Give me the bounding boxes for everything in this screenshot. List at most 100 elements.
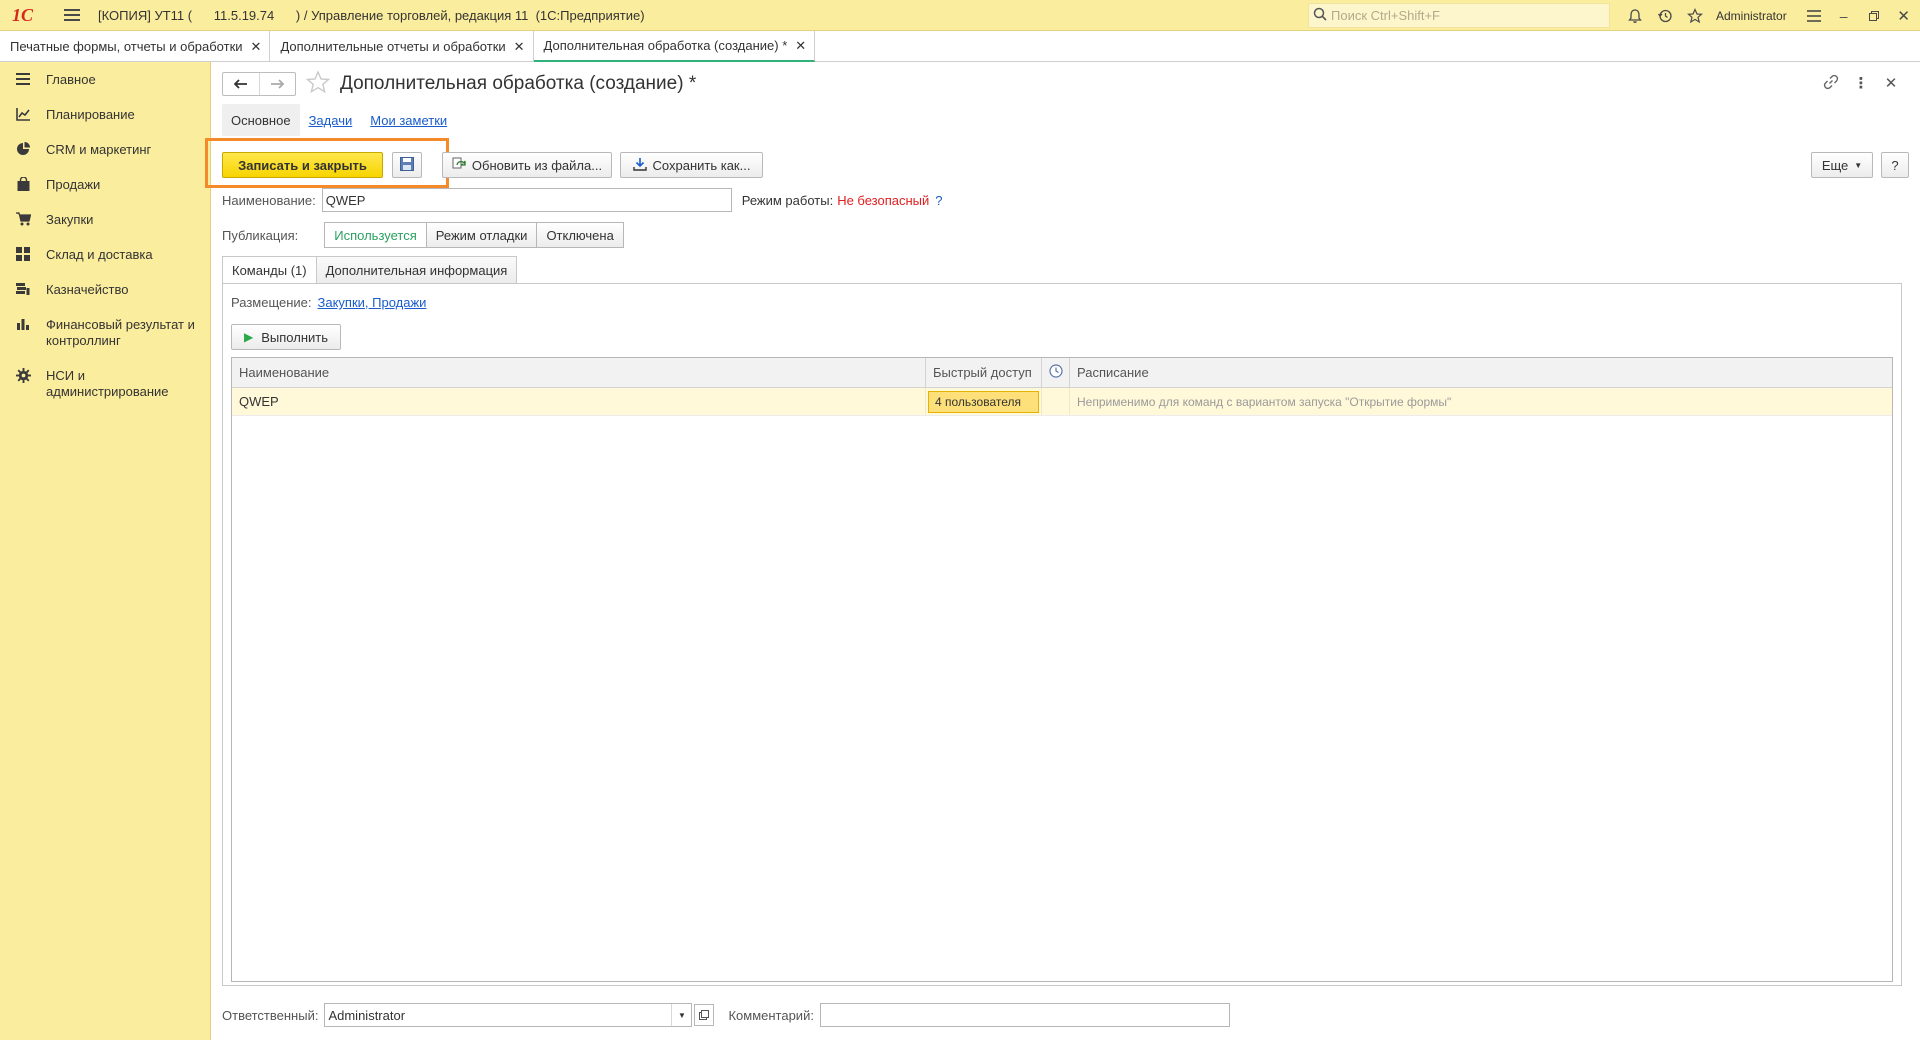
cell-schedule: Неприменимо для команд с вариантом запус… bbox=[1077, 394, 1452, 409]
commands-panel: Команды (1) Дополнительная информация Ра… bbox=[222, 256, 1902, 986]
favorites-star-icon[interactable] bbox=[1680, 0, 1710, 31]
close-tab-icon[interactable]: ✕ bbox=[251, 39, 262, 55]
notifications-bell-icon[interactable] bbox=[1620, 0, 1650, 31]
planning-chart-icon bbox=[14, 107, 32, 123]
publication-row: Публикация: Используется Режим отладки О… bbox=[222, 222, 624, 248]
save-and-close-button[interactable]: Записать и закрыть bbox=[222, 152, 383, 178]
nav-buttons bbox=[222, 72, 296, 96]
back-arrow-icon[interactable] bbox=[223, 73, 260, 95]
tab-additional-info[interactable]: Дополнительная информация bbox=[316, 256, 518, 284]
table-header: Наименование Быстрый доступ Расписание bbox=[232, 358, 1892, 388]
footer-row: Ответственный: Administrator ▼ Комментар… bbox=[222, 1002, 1230, 1028]
history-icon[interactable] bbox=[1650, 0, 1680, 31]
command-bar: Записать и закрыть Обновить из файла... … bbox=[205, 138, 1912, 188]
mode-help-link[interactable]: ? bbox=[935, 193, 942, 208]
sidebar-item-planning[interactable]: Планирование bbox=[0, 97, 210, 132]
sidebar-item-financial-result[interactable]: Финансовый результат и контроллинг bbox=[0, 307, 210, 358]
file-update-icon bbox=[452, 157, 466, 174]
tab-commands[interactable]: Команды (1) bbox=[222, 256, 317, 284]
more-vertical-icon[interactable]: ⋮ bbox=[1846, 74, 1876, 94]
table-row[interactable]: QWEP 4 пользователя Неприменимо для кома… bbox=[232, 388, 1892, 416]
tab-my-notes[interactable]: Мои заметки bbox=[361, 104, 456, 136]
column-header-schedule[interactable]: Расписание bbox=[1070, 358, 1892, 387]
commands-table[interactable]: Наименование Быстрый доступ Расписание Q… bbox=[231, 357, 1893, 982]
publication-option-used[interactable]: Используется bbox=[324, 222, 427, 248]
coins-icon bbox=[14, 282, 32, 298]
comment-input[interactable] bbox=[819, 1003, 1230, 1027]
sidebar-item-nsi-admin[interactable]: НСИ и администрирование bbox=[0, 358, 210, 409]
close-form-icon[interactable]: ✕ bbox=[1876, 74, 1906, 94]
cart-icon bbox=[14, 212, 32, 228]
comment-label: Комментарий: bbox=[728, 1007, 814, 1023]
publication-option-disabled[interactable]: Отключена bbox=[537, 222, 624, 248]
link-icon[interactable] bbox=[1816, 74, 1846, 94]
tab-print-forms[interactable]: Печатные формы, отчеты и обработки ✕ bbox=[0, 31, 271, 62]
name-input[interactable]: QWEP bbox=[321, 188, 732, 212]
tab-tasks[interactable]: Задачи bbox=[300, 104, 362, 136]
clock-icon bbox=[1048, 364, 1063, 381]
run-button[interactable]: ▶ Выполнить bbox=[231, 324, 341, 350]
list-icon bbox=[14, 72, 32, 88]
search-input[interactable] bbox=[1331, 8, 1601, 23]
open-reference-icon[interactable] bbox=[694, 1004, 715, 1026]
global-search[interactable] bbox=[1308, 3, 1610, 28]
column-header-schedule-icon[interactable] bbox=[1042, 358, 1070, 387]
publication-option-debug[interactable]: Режим отладки bbox=[426, 222, 538, 248]
app-title: [КОПИЯ] УТ11 ( 11.5.19.74 ) / Управление… bbox=[98, 7, 645, 23]
title-bar: 1С [КОПИЯ] УТ11 ( 11.5.19.74 ) / Управле… bbox=[0, 0, 1920, 31]
tab-additional-reports[interactable]: Дополнительные отчеты и обработки ✕ bbox=[270, 31, 534, 62]
cell-schedule-flag bbox=[1042, 388, 1070, 415]
close-window-icon[interactable]: ✕ bbox=[1889, 0, 1919, 31]
settings-menu-icon[interactable] bbox=[1799, 0, 1829, 31]
main-menu-icon[interactable] bbox=[64, 9, 80, 21]
minimize-icon[interactable]: – bbox=[1829, 0, 1859, 31]
search-icon bbox=[1313, 7, 1327, 24]
sidebar-item-treasury[interactable]: Казначейство bbox=[0, 272, 210, 307]
name-row: Наименование: QWEP Режим работы: Не безо… bbox=[222, 188, 1122, 212]
bar-chart-icon bbox=[14, 317, 32, 333]
current-user[interactable]: Administrator bbox=[1716, 9, 1787, 23]
floppy-disk-icon bbox=[400, 156, 414, 174]
warehouse-grid-icon bbox=[14, 247, 32, 263]
sidebar-item-purchases[interactable]: Закупки bbox=[0, 202, 210, 237]
responsible-field[interactable]: Administrator ▼ bbox=[324, 1003, 693, 1027]
sidebar-item-warehouse[interactable]: Склад и доставка bbox=[0, 237, 210, 272]
shopping-bag-icon bbox=[14, 176, 32, 193]
responsible-value: Administrator bbox=[328, 1007, 406, 1023]
update-from-file-button[interactable]: Обновить из файла... bbox=[442, 152, 612, 178]
form-title: Дополнительная обработка (создание) * bbox=[340, 73, 697, 94]
tab-main[interactable]: Основное bbox=[222, 104, 300, 136]
column-header-name[interactable]: Наименование bbox=[232, 358, 926, 387]
sidebar-item-main[interactable]: Главное bbox=[0, 62, 210, 97]
publication-label: Публикация: bbox=[222, 227, 299, 243]
save-as-button[interactable]: Сохранить как... bbox=[620, 152, 763, 178]
help-button[interactable]: ? bbox=[1881, 152, 1909, 178]
more-button[interactable]: Еще ▼ bbox=[1811, 152, 1873, 178]
form-area: Дополнительная обработка (создание) * ⋮ … bbox=[205, 62, 1920, 1040]
pie-chart-icon bbox=[14, 142, 32, 158]
sidebar-item-crm[interactable]: CRM и маркетинг bbox=[0, 132, 210, 167]
dropdown-arrow-icon[interactable]: ▼ bbox=[671, 1004, 691, 1026]
publication-switch: Используется Режим отладки Отключена bbox=[324, 222, 624, 248]
favorite-star-icon[interactable] bbox=[305, 70, 331, 101]
restore-icon[interactable] bbox=[1859, 0, 1889, 31]
cell-name: QWEP bbox=[232, 388, 926, 415]
placement-link[interactable]: Закупки, Продажи bbox=[318, 295, 427, 310]
forward-arrow-icon[interactable] bbox=[260, 73, 296, 95]
cell-quick-access[interactable]: 4 пользователя bbox=[926, 388, 1042, 415]
form-tabs: Основное Задачи Мои заметки bbox=[222, 104, 456, 136]
name-label: Наименование: bbox=[222, 192, 316, 208]
1c-logo: 1С bbox=[12, 5, 34, 25]
close-tab-icon[interactable]: ✕ bbox=[514, 39, 525, 55]
responsible-label: Ответственный: bbox=[222, 1007, 319, 1023]
tab-processing-create[interactable]: Дополнительная обработка (создание) * ✕ bbox=[533, 31, 816, 62]
close-tab-icon[interactable]: ✕ bbox=[795, 38, 806, 54]
sidebar-item-sales[interactable]: Продажи bbox=[0, 167, 210, 202]
commands-page: Размещение: Закупки, Продажи ▶ Выполнить… bbox=[222, 283, 1902, 986]
save-button[interactable] bbox=[392, 152, 422, 178]
mode-label: Режим работы: bbox=[741, 192, 834, 208]
open-windows-tabs: Печатные формы, отчеты и обработки ✕ Доп… bbox=[0, 31, 1920, 62]
mode-value: Не безопасный bbox=[837, 192, 930, 208]
download-icon bbox=[632, 157, 647, 174]
column-header-quick-access[interactable]: Быстрый доступ bbox=[926, 358, 1042, 387]
